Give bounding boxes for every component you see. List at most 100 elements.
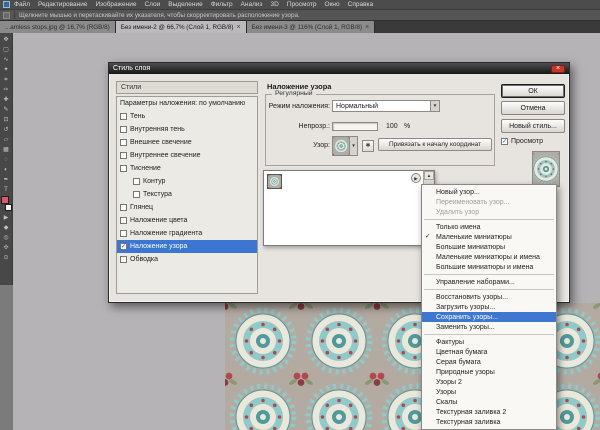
style-checkbox[interactable]	[120, 256, 127, 263]
menu-item-8[interactable]: 3D	[271, 0, 279, 10]
menu-item-10[interactable]: Окно	[325, 0, 340, 10]
context-menu-item-6[interactable]: ✓ Маленькие миниатюры	[422, 232, 556, 242]
dodge-tool-icon[interactable]: ◐	[1, 165, 12, 175]
cancel-button[interactable]: Отмена	[501, 101, 565, 115]
style-checkbox[interactable]	[120, 204, 127, 211]
background-color-swatch[interactable]	[4, 204, 12, 211]
opacity-slider[interactable]	[332, 122, 378, 131]
preview-checkbox[interactable]: ✓	[501, 138, 508, 145]
style-item-8[interactable]: Текстура	[117, 188, 257, 201]
style-item-13[interactable]: Обводка	[117, 253, 257, 266]
style-item-1[interactable]: Параметры наложения: по умолчанию	[117, 97, 257, 110]
zoom-tool-icon[interactable]: ⊙	[1, 253, 12, 263]
document-tab-3[interactable]: Без имени-3 @ 116% (Слой 1, RGB/8) ×	[246, 21, 376, 33]
pattern-swatch-button[interactable]: ▼	[332, 136, 358, 156]
style-checkbox[interactable]	[120, 113, 127, 120]
context-menu-item-22[interactable]: Узоры 2	[422, 377, 556, 387]
dialog-close-button[interactable]: ×	[551, 64, 565, 73]
tool-preset-icon[interactable]	[3, 11, 10, 19]
tab-close-icon[interactable]: ×	[236, 24, 240, 31]
menu-item-6[interactable]: Фильтр	[211, 0, 233, 10]
preview-checkbox-row[interactable]: ✓ Просмотр	[501, 138, 543, 145]
opacity-value[interactable]: 100	[386, 123, 398, 130]
document-tab-2[interactable]: Без имени-2 @ 66,7% (Слой 1, RGB/8) ×	[115, 21, 247, 33]
context-menu-item-16[interactable]: Заменить узоры...	[422, 322, 556, 332]
lasso-tool-icon[interactable]: ∿	[1, 55, 12, 65]
menu-item-2[interactable]: Редактирование	[38, 0, 88, 10]
menu-item-4[interactable]: Слои	[144, 0, 160, 10]
tab-close-icon[interactable]: ×	[365, 24, 369, 31]
hand-tool-icon[interactable]: ✣	[1, 243, 12, 253]
rotate-view-tool-icon[interactable]: ◎	[1, 233, 12, 243]
context-menu-item-25[interactable]: Текстурная заливка 2	[422, 407, 556, 417]
style-item-3[interactable]: Внутренняя тень	[117, 123, 257, 136]
path-selection-tool-icon[interactable]: ▶	[1, 213, 12, 223]
style-checkbox[interactable]	[120, 139, 127, 146]
style-item-9[interactable]: Глянец	[117, 201, 257, 214]
style-checkbox[interactable]	[120, 230, 127, 237]
context-menu-item-18[interactable]: Фактуры	[422, 337, 556, 347]
style-checkbox[interactable]	[120, 217, 127, 224]
document-tab-1[interactable]: ...amless stops.jpg @ 16,7% (RGB/8)	[0, 21, 116, 33]
style-checkbox[interactable]	[120, 152, 127, 159]
style-checkbox[interactable]	[120, 126, 127, 133]
context-menu-item-23[interactable]: Узоры	[422, 387, 556, 397]
style-checkbox[interactable]	[120, 165, 127, 172]
context-menu-item-15[interactable]: Сохранить узоры...	[422, 312, 556, 322]
style-checkbox[interactable]: ✓	[120, 243, 127, 250]
menu-item-7[interactable]: Анализ	[241, 0, 263, 10]
style-item-7[interactable]: Контур	[117, 175, 257, 188]
style-item-2[interactable]: Тень	[117, 110, 257, 123]
context-menu-item-5[interactable]: Только имена	[422, 222, 556, 232]
menu-item-11[interactable]: Справка	[348, 0, 374, 10]
pen-tool-icon[interactable]: ✒	[1, 175, 12, 185]
context-menu-item-9[interactable]: Большие миниатюры и имена	[422, 262, 556, 272]
crop-tool-icon[interactable]: ⌗	[1, 75, 12, 85]
chevron-down-icon[interactable]: ▼	[430, 101, 439, 111]
dialog-titlebar[interactable]: Стиль слоя ×	[109, 63, 569, 74]
menu-item-1[interactable]: Файл	[14, 0, 30, 10]
context-menu-item-7[interactable]: Большие миниатюры	[422, 242, 556, 252]
brush-tool-icon[interactable]: ✎	[1, 105, 12, 115]
eyedropper-tool-icon[interactable]: ✑	[1, 85, 12, 95]
type-tool-icon[interactable]: T	[1, 185, 12, 195]
context-menu-item-24[interactable]: Скалы	[422, 397, 556, 407]
style-item-4[interactable]: Внешнее свечение	[117, 136, 257, 149]
pattern-picker-item[interactable]	[267, 174, 282, 189]
blend-mode-select[interactable]: Нормальный ▼	[332, 100, 440, 112]
chevron-down-icon[interactable]: ▼	[349, 137, 357, 155]
move-tool-icon[interactable]: ✥	[1, 35, 12, 45]
scroll-up-icon[interactable]: ▲	[424, 171, 434, 180]
blur-tool-icon[interactable]: ◌	[1, 155, 12, 165]
snap-to-origin-button[interactable]: Привязать к началу координат	[378, 138, 492, 151]
gradient-tool-icon[interactable]: ▦	[1, 145, 12, 155]
style-item-12[interactable]: ✓ Наложение узора	[117, 240, 257, 253]
picker-flyout-button[interactable]: ▶	[411, 173, 421, 183]
context-menu-item-19[interactable]: Цветная бумага	[422, 347, 556, 357]
context-menu-item-21[interactable]: Природные узоры	[422, 367, 556, 377]
style-checkbox[interactable]	[133, 191, 140, 198]
shape-tool-icon[interactable]: ◆	[1, 223, 12, 233]
context-menu-item-13[interactable]: Восстановить узоры...	[422, 292, 556, 302]
context-menu-item-11[interactable]: Управление наборами...	[422, 277, 556, 287]
style-item-10[interactable]: Наложение цвета	[117, 214, 257, 227]
ok-button[interactable]: ОК	[501, 84, 565, 98]
menu-item-9[interactable]: Просмотр	[287, 0, 317, 10]
style-item-5[interactable]: Внутреннее свечение	[117, 149, 257, 162]
context-menu-item-8[interactable]: Маленькие миниатюры и имена	[422, 252, 556, 262]
quick-selection-tool-icon[interactable]: ✦	[1, 65, 12, 75]
healing-brush-tool-icon[interactable]: ✚	[1, 95, 12, 105]
menu-item-5[interactable]: Выделение	[168, 0, 202, 10]
eraser-tool-icon[interactable]: ▱	[1, 135, 12, 145]
style-item-6[interactable]: Тиснение	[117, 162, 257, 175]
clone-stamp-tool-icon[interactable]: ⊡	[1, 115, 12, 125]
menu-item-3[interactable]: Изображение	[96, 0, 137, 10]
history-brush-tool-icon[interactable]: ↺	[1, 125, 12, 135]
foreground-color-swatch[interactable]	[0, 196, 9, 204]
context-menu-item-14[interactable]: Загрузить узоры...	[422, 302, 556, 312]
new-style-button[interactable]: Новый стиль...	[501, 119, 565, 133]
marquee-tool-icon[interactable]: ▢	[1, 45, 12, 55]
style-item-11[interactable]: Наложение градиента	[117, 227, 257, 240]
context-menu-item-1[interactable]: Новый узор...	[422, 187, 556, 197]
style-checkbox[interactable]	[133, 178, 140, 185]
